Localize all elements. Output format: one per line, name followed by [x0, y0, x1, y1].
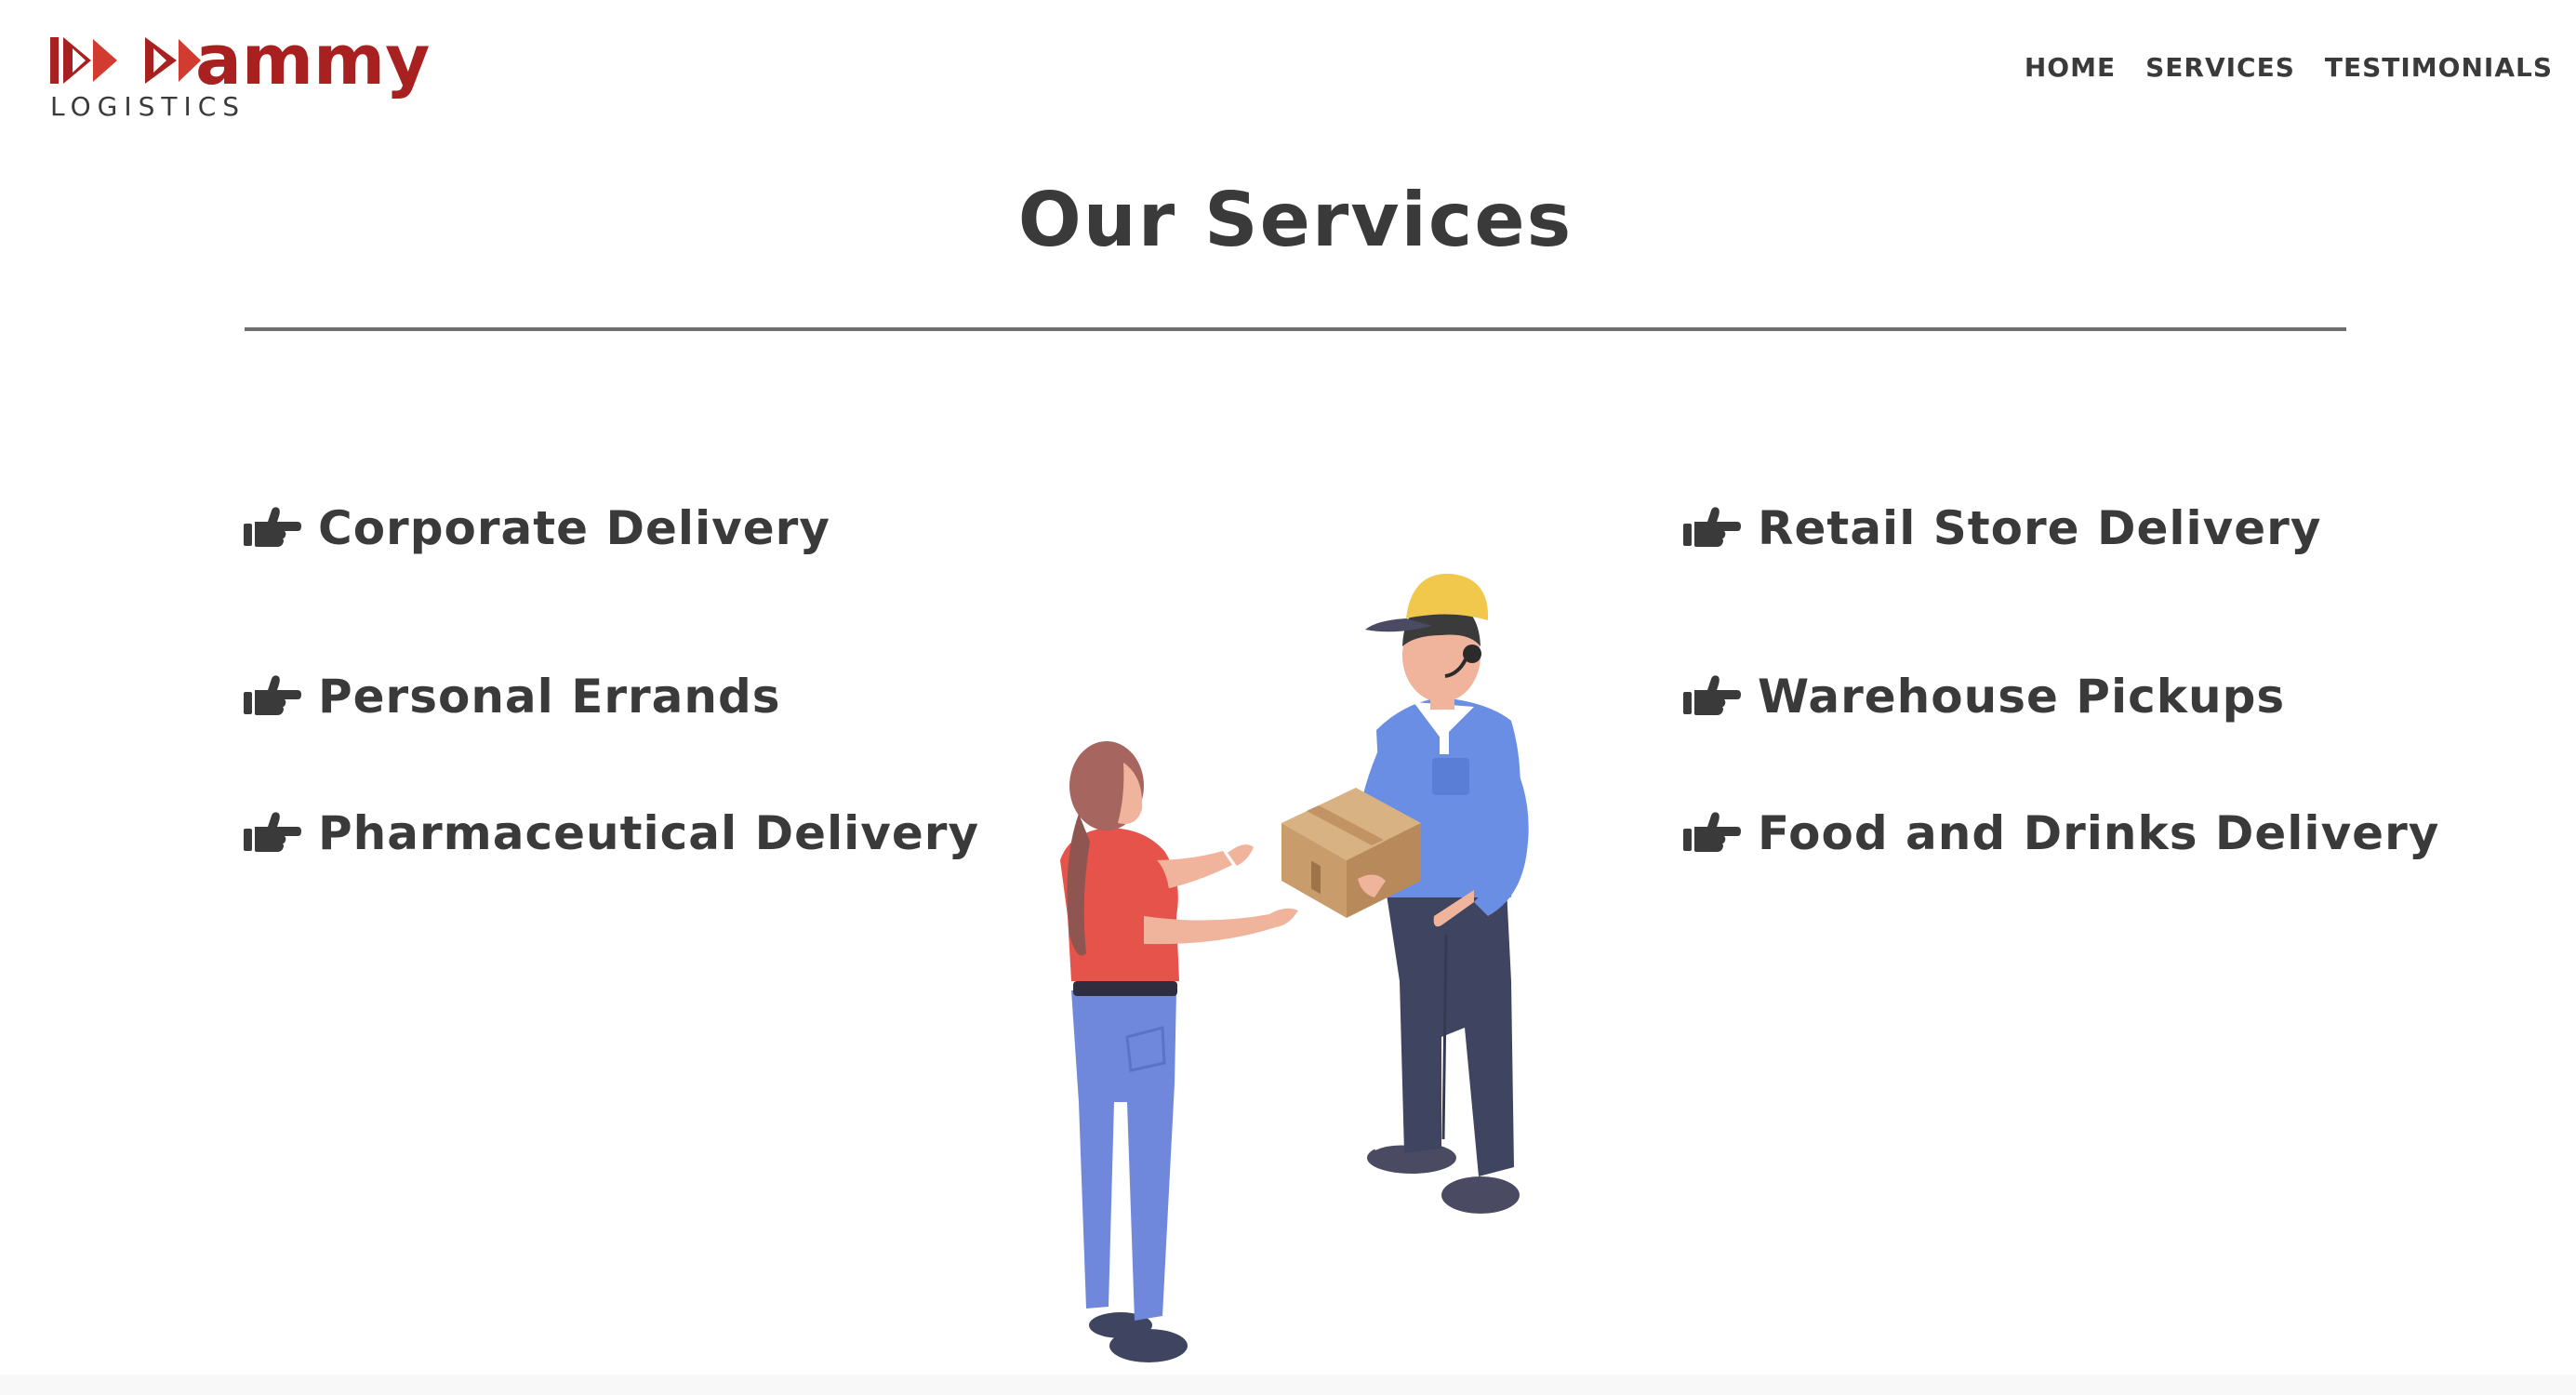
brand-name: ammy: [195, 28, 430, 100]
brand-logo[interactable]: ammy LOGISTICS: [46, 28, 456, 130]
hand-pointing-right-icon: [1683, 811, 1741, 852]
hand-pointing-right-icon: [244, 674, 301, 715]
service-label: Retail Store Delivery: [1758, 501, 2322, 555]
list-item: Pharmaceutical Delivery: [244, 764, 979, 901]
service-label: Corporate Delivery: [318, 501, 830, 555]
delivery-illustration: [1060, 573, 1529, 1362]
list-item: Warehouse Pickups: [1683, 628, 2439, 764]
service-list-left: Corporate Delivery Personal Errands Phar…: [244, 491, 979, 901]
hand-pointing-right-icon: [1683, 507, 1741, 547]
section-title: Our Services: [1017, 177, 1573, 263]
list-item: Retail Store Delivery: [1683, 491, 2439, 565]
section-divider: [245, 327, 2346, 331]
main-nav: HOME SERVICES TESTIMONIALS: [2025, 52, 2553, 83]
page: ammy LOGISTICS HOME SERVICES TESTIMONIAL…: [0, 0, 2576, 1395]
hand-pointing-right-icon: [244, 811, 301, 852]
service-label: Warehouse Pickups: [1758, 669, 2286, 724]
brand-tagline: LOGISTICS: [50, 91, 246, 122]
nav-testimonials[interactable]: TESTIMONIALS: [2325, 52, 2553, 83]
logo-mark: ammy LOGISTICS: [50, 28, 430, 122]
service-list-right: Retail Store Delivery Warehouse Pickups …: [1683, 491, 2439, 901]
hand-pointing-right-icon: [244, 507, 301, 547]
list-item: Personal Errands: [244, 628, 979, 764]
nav-home[interactable]: HOME: [2025, 52, 2116, 83]
list-item: Corporate Delivery: [244, 491, 979, 565]
service-label: Pharmaceutical Delivery: [318, 805, 980, 860]
hand-pointing-right-icon: [1683, 674, 1741, 715]
footer-strip: [0, 1375, 2576, 1395]
nav-services[interactable]: SERVICES: [2145, 52, 2295, 83]
service-label: Personal Errands: [318, 669, 781, 724]
service-label: Food and Drinks Delivery: [1758, 805, 2440, 860]
list-item: Food and Drinks Delivery: [1683, 764, 2439, 901]
